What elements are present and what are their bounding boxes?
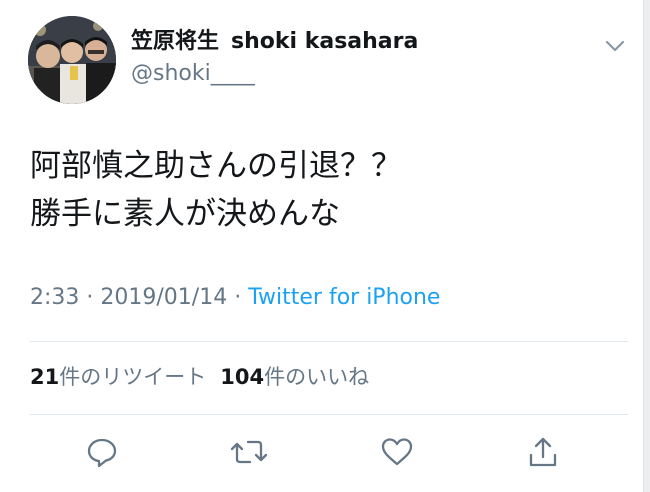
reply-button[interactable] — [82, 432, 122, 472]
tweet-line: 勝手に素人が決めんな — [30, 196, 340, 232]
divider — [30, 414, 628, 415]
retweet-stat[interactable]: 21件のリツイート — [30, 365, 206, 389]
share-button[interactable] — [523, 432, 563, 472]
retweet-count: 21 — [30, 365, 60, 389]
meta-separator: · — [234, 285, 242, 310]
display-name-en: shoki kasahara — [231, 29, 419, 54]
display-name[interactable]: 笠原将生 shoki kasahara — [131, 28, 418, 56]
retweet-icon — [230, 440, 268, 464]
retweet-label: 件のリツイート — [59, 365, 207, 389]
meta-separator: · — [86, 285, 94, 310]
reply-icon — [87, 438, 117, 468]
tweet-date: 2019/01/14 — [100, 285, 228, 310]
scroll-edge — [643, 0, 650, 492]
divider — [30, 341, 628, 342]
tweet-meta: 2:33 · 2019/01/14 · Twitter for iPhone — [30, 283, 440, 313]
display-name-jp: 笠原将生 — [131, 29, 220, 54]
avatar-photo — [28, 16, 116, 104]
like-button[interactable] — [377, 432, 417, 472]
tweet-stats: 21件のリツイート 104件のいいね — [30, 362, 369, 392]
tweet-line: 阿部慎之助さんの引退？？ — [30, 148, 402, 184]
user-handle[interactable]: @shoki____ — [131, 60, 255, 88]
like-stat[interactable]: 104件のいいね — [220, 365, 369, 389]
like-count: 104 — [220, 365, 265, 389]
like-icon — [381, 438, 413, 466]
tweet-text: 阿部慎之助さんの引退？？ 勝手に素人が決めんな — [30, 142, 402, 238]
share-icon — [529, 437, 557, 467]
avatar[interactable] — [28, 16, 116, 104]
retweet-button[interactable] — [229, 432, 269, 472]
tweet-time: 2:33 — [30, 285, 80, 310]
like-label: 件のいいね — [264, 365, 370, 389]
chevron-down-icon[interactable] — [601, 36, 629, 56]
tweet-source-link[interactable]: Twitter for iPhone — [248, 285, 440, 310]
